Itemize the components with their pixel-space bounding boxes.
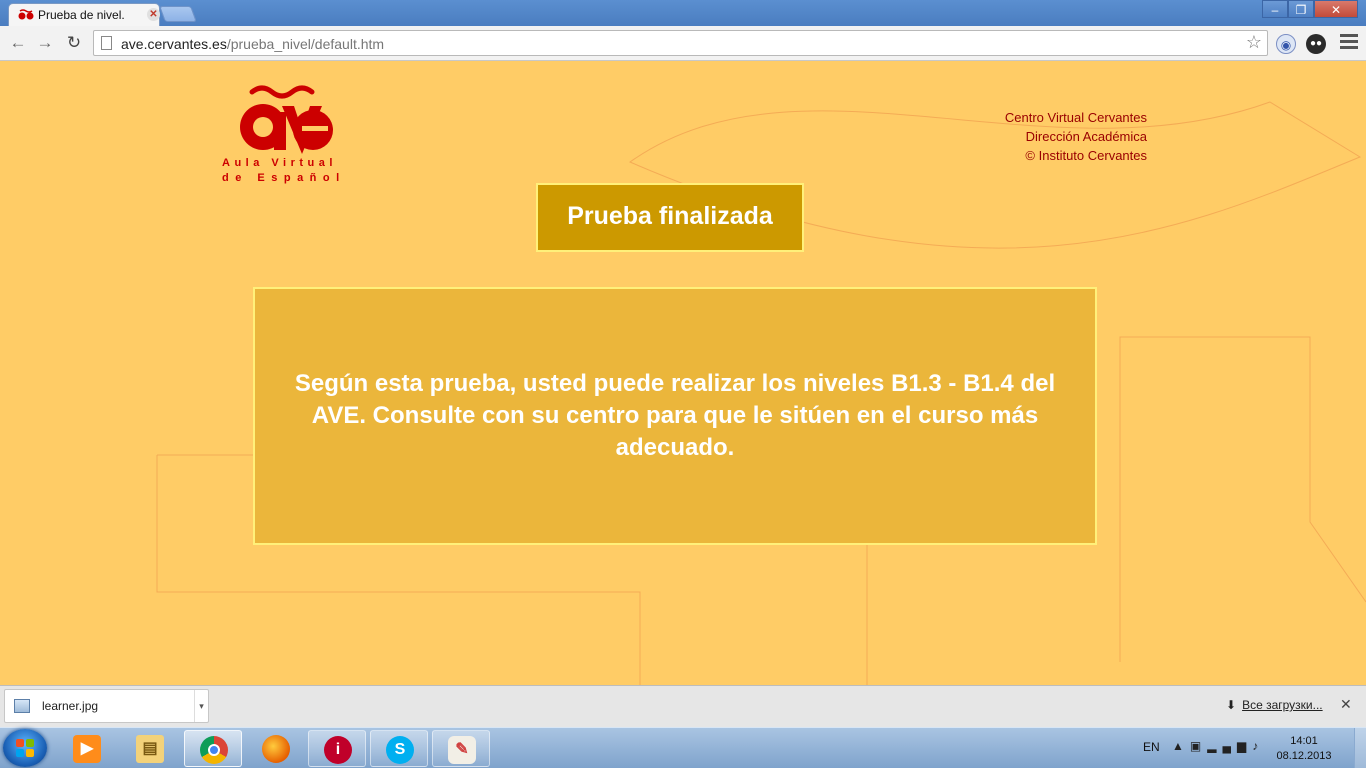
download-item[interactable]: learner.jpg ▾	[4, 689, 209, 723]
clock-time: 14:01	[1290, 735, 1318, 747]
credits-block: Centro Virtual Cervantes Dirección Acadé…	[1005, 108, 1147, 165]
extension-translate-icon[interactable]: ◉	[1276, 34, 1296, 54]
restore-button[interactable]: ❐	[1288, 0, 1314, 18]
page-icon	[101, 36, 112, 50]
address-bar[interactable]: ave.cervantes.es/prueba_nivel/default.ht…	[93, 30, 1268, 56]
info-icon: i	[324, 736, 352, 764]
back-icon[interactable]: ←	[6, 32, 30, 54]
volume-icon[interactable]: ♪	[1252, 739, 1264, 753]
start-button[interactable]	[3, 729, 47, 767]
bookmark-star-icon[interactable]: ☆	[1246, 32, 1262, 53]
taskbar-paint[interactable]: ✎	[432, 730, 490, 767]
all-downloads-label: Все загрузки...	[1242, 698, 1323, 712]
browser-titlebar: Prueba de nivel. ✕ – ❐ ✕	[0, 0, 1366, 26]
clock-date: 08.12.2013	[1276, 750, 1332, 762]
result-box: Según esta prueba, usted puede realizar …	[253, 287, 1097, 545]
chrome-icon	[200, 736, 228, 764]
credit-centro-virtual: Centro Virtual Cervantes	[1004, 110, 1147, 125]
download-shelf: learner.jpg ▾ ⬇ Все загрузки... ✕	[0, 685, 1366, 727]
windows-logo-icon	[16, 739, 34, 757]
taskbar-firefox[interactable]	[247, 730, 305, 767]
browser-toolbar: ← → ↻ ave.cervantes.es/prueba_nivel/defa…	[0, 26, 1366, 61]
taskbar-chrome[interactable]	[184, 730, 242, 767]
tab-title: Prueba de nivel.	[38, 8, 125, 22]
show-desktop-button[interactable]	[1354, 728, 1366, 768]
status-title: Prueba finalizada	[536, 183, 804, 252]
firefox-icon	[262, 735, 290, 763]
window-controls: – ❐ ✕	[1262, 0, 1358, 18]
minimize-button[interactable]: –	[1262, 0, 1288, 18]
download-file-name: learner.jpg	[42, 699, 99, 713]
tab-close-icon[interactable]: ✕	[147, 8, 160, 21]
language-indicator[interactable]: EN	[1143, 740, 1160, 754]
taskbar-skype[interactable]: S	[370, 730, 428, 767]
extension-owl-icon[interactable]: ●●	[1306, 34, 1326, 54]
url-host: ave.cervantes.es	[121, 36, 227, 52]
logo-line-2: de Español	[222, 172, 346, 184]
media-player-icon: ▶	[73, 735, 101, 763]
download-dropdown-icon[interactable]: ▾	[194, 690, 208, 722]
credit-copyright: © Instituto Cervantes	[1025, 148, 1147, 163]
tray-device-icon[interactable]: ▣	[1190, 739, 1207, 753]
all-downloads-link[interactable]: ⬇ Все загрузки...	[1226, 698, 1323, 712]
ave-favicon-icon	[18, 9, 34, 20]
tray-arrow-icon[interactable]: ▲	[1172, 739, 1190, 753]
close-window-button[interactable]: ✕	[1314, 0, 1358, 18]
skype-icon: S	[386, 736, 414, 764]
forward-icon[interactable]: →	[33, 32, 57, 54]
image-file-icon	[14, 699, 30, 713]
paint-icon: ✎	[448, 736, 476, 764]
download-arrow-icon: ⬇	[1226, 698, 1237, 712]
network-signal-icon[interactable]: ▂▄▆	[1207, 739, 1252, 753]
taskbar-info-app[interactable]: i	[308, 730, 366, 767]
system-clock[interactable]: 14:01 08.12.2013	[1270, 734, 1338, 764]
credit-direccion: Dirección Académica	[1025, 129, 1147, 144]
new-tab-button[interactable]	[159, 6, 197, 22]
result-message: Según esta prueba, usted puede realizar …	[294, 370, 1056, 461]
folder-icon: ▤	[136, 735, 164, 763]
taskbar-media-player[interactable]: ▶	[58, 730, 116, 767]
reload-icon[interactable]: ↻	[62, 32, 86, 54]
close-shelf-icon[interactable]: ✕	[1340, 696, 1352, 713]
page-content: Aula Virtual de Español Centro Virtual C…	[0, 62, 1366, 685]
taskbar-explorer[interactable]: ▤	[121, 730, 179, 767]
logo-line-1: Aula Virtual	[222, 157, 337, 169]
chrome-menu-icon[interactable]	[1340, 34, 1358, 52]
windows-taskbar: ▶ ▤ i S ✎ EN ▲▣▂▄▆♪ 14:01 08.12.2013	[0, 727, 1366, 768]
url-path: /prueba_nivel/default.htm	[226, 36, 385, 52]
url-text[interactable]: ave.cervantes.es/prueba_nivel/default.ht…	[121, 36, 384, 52]
system-tray[interactable]: ▲▣▂▄▆♪	[1172, 739, 1264, 753]
browser-tab[interactable]: Prueba de nivel. ✕	[8, 3, 160, 26]
